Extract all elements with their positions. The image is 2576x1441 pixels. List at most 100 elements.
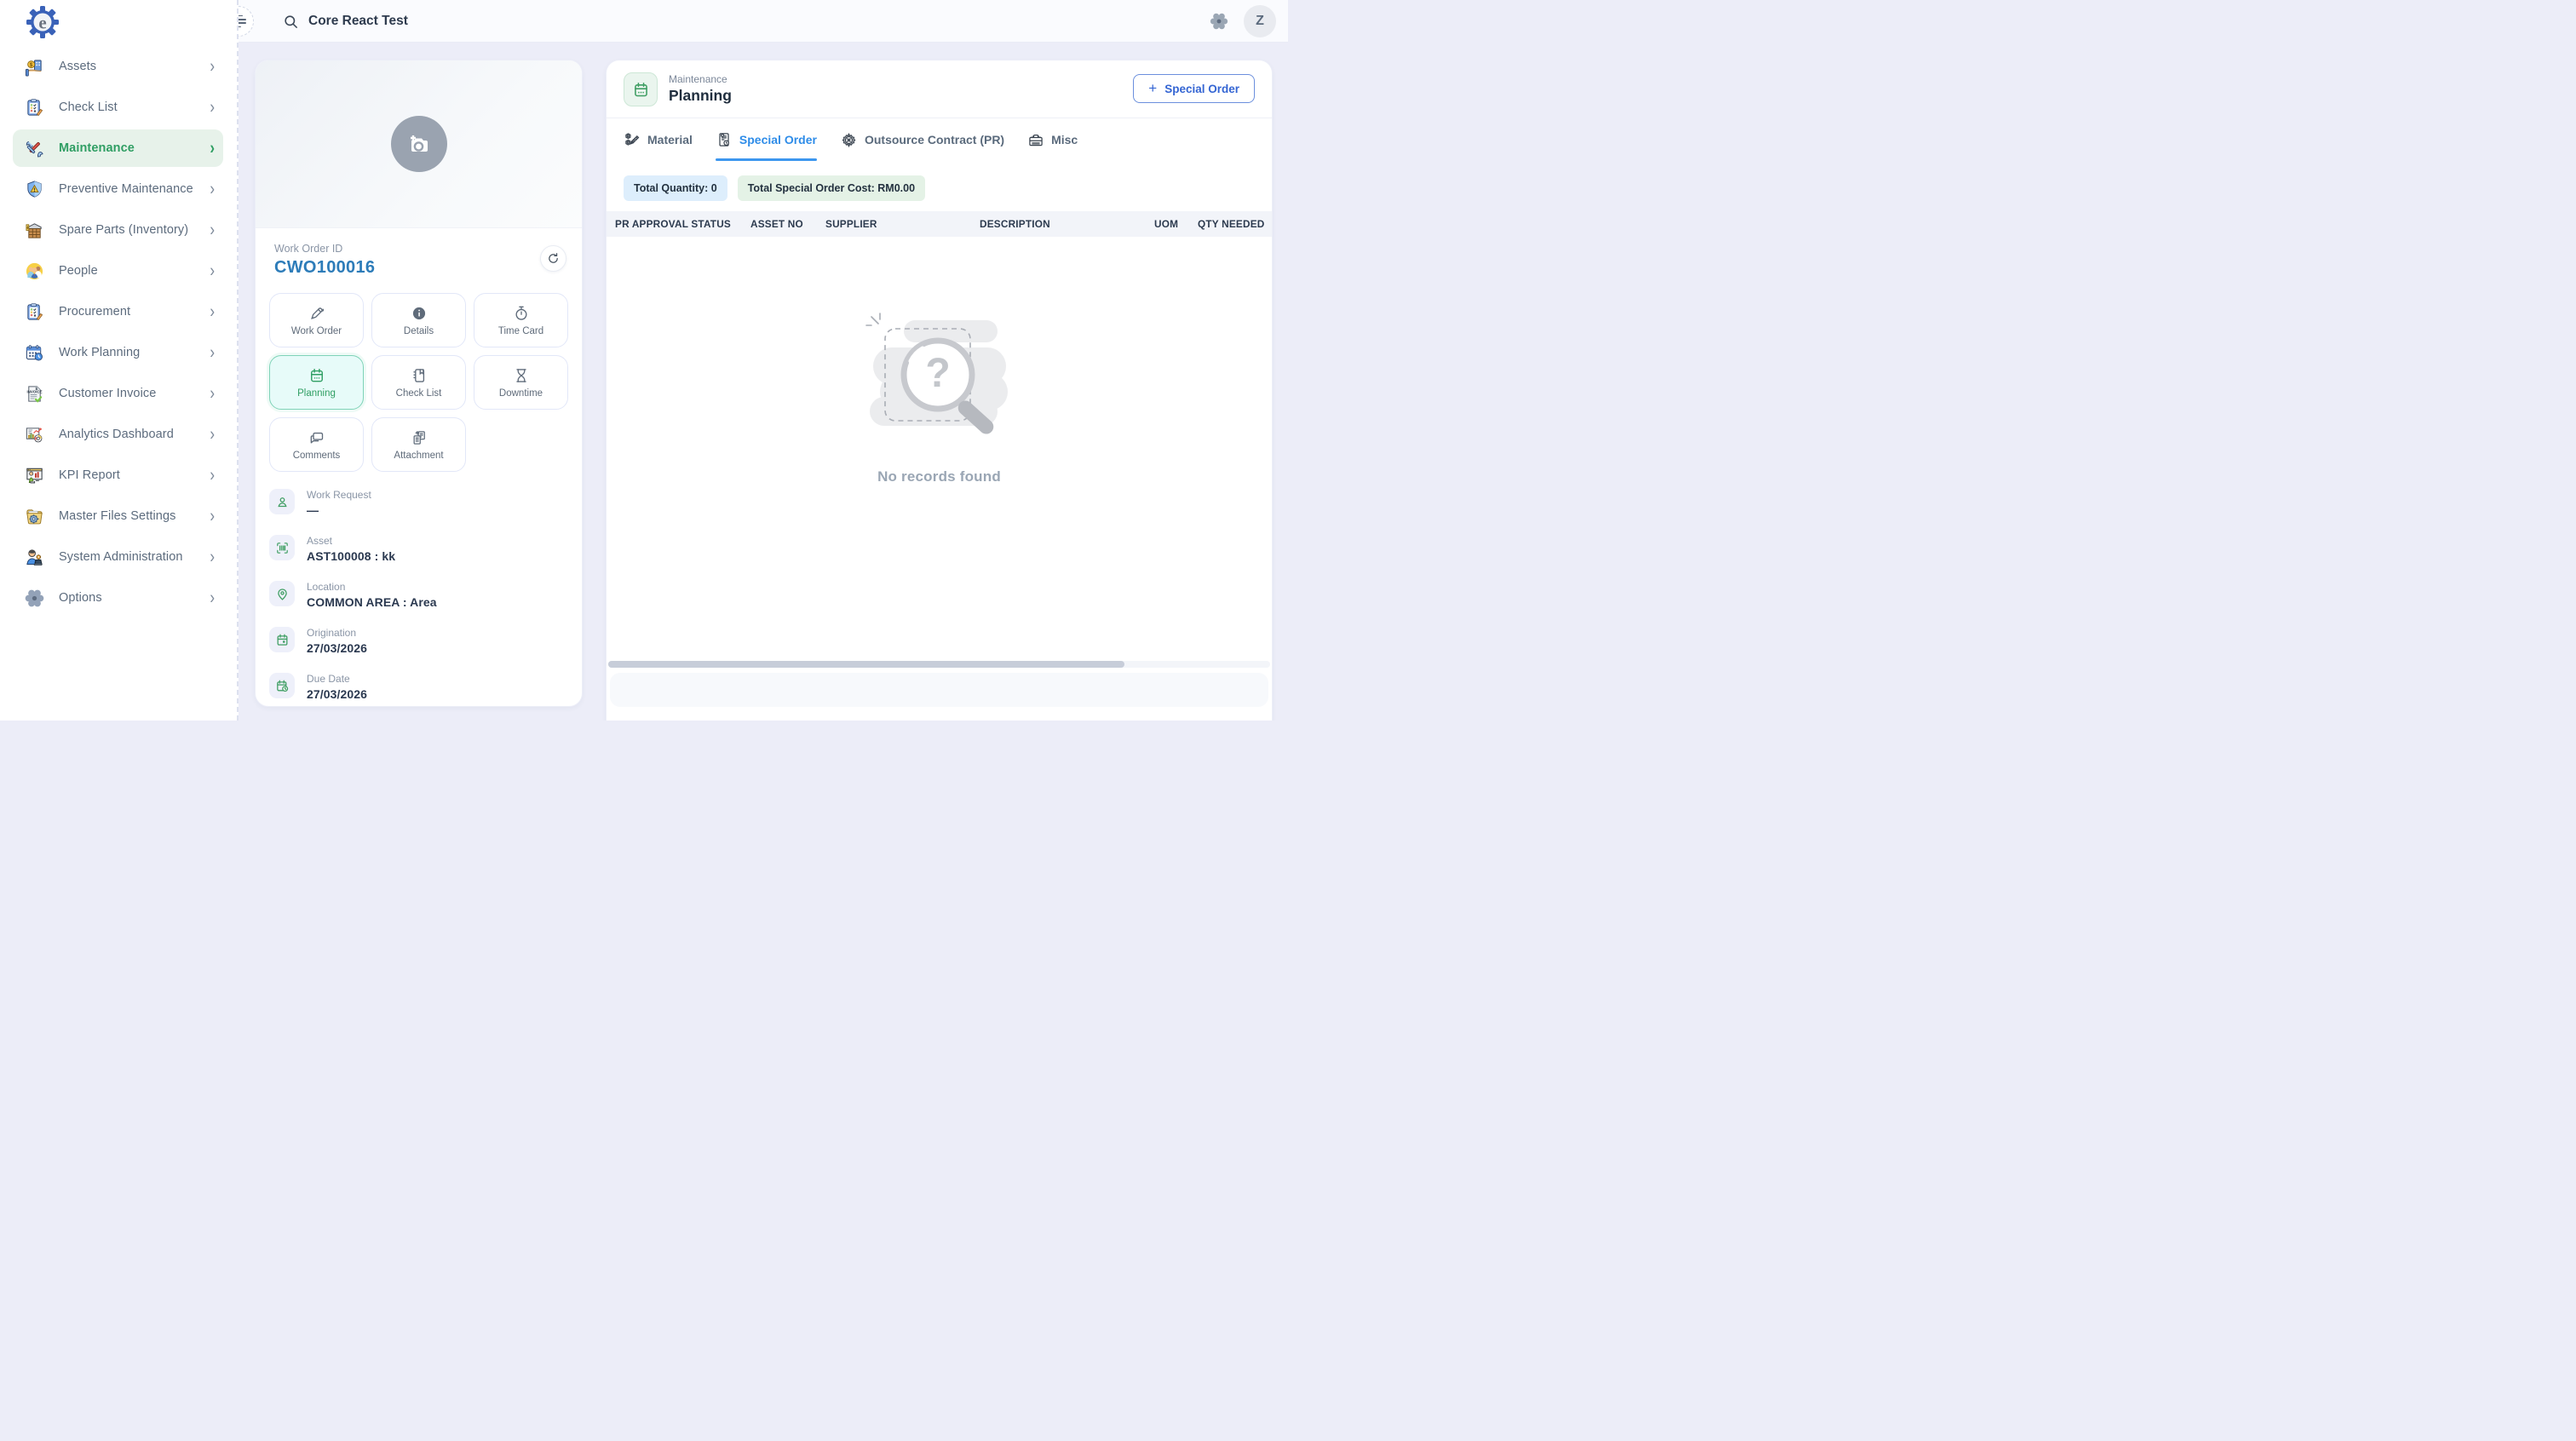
- gear-wrench-icon: [840, 131, 858, 149]
- planning-panel: Maintenance Planning + Special Order Mat…: [606, 60, 1273, 720]
- sidebar-item-options[interactable]: Options ›: [13, 579, 223, 617]
- detail-location: Location COMMON AREA : Area: [269, 581, 565, 609]
- chat-icon: [308, 429, 325, 446]
- chevron-right-icon: ›: [210, 261, 215, 282]
- chevron-right-icon: ›: [210, 547, 215, 568]
- sidebar-item-preventive-maintenance[interactable]: Preventive Maintenance ›: [13, 170, 223, 208]
- planning-panel-header: Maintenance Planning + Special Order: [607, 60, 1272, 118]
- column-header[interactable]: PR APPROVAL STATUS: [607, 218, 750, 230]
- time-card-tab-button[interactable]: Time Card: [474, 293, 568, 347]
- horizontal-scrollbar[interactable]: [608, 661, 1270, 668]
- sidebar-item-maintenance[interactable]: Maintenance ›: [13, 129, 223, 167]
- downtime-tab-button[interactable]: Downtime: [474, 355, 568, 410]
- summary-chips: Total Quantity: 0 Total Special Order Co…: [607, 161, 1272, 201]
- chevron-right-icon: ›: [210, 56, 215, 78]
- pen-icon: [308, 305, 325, 322]
- chevron-right-icon: ›: [210, 424, 215, 445]
- sidebar-item-people[interactable]: People ›: [13, 252, 223, 290]
- attachment-tab-button[interactable]: Attachment: [371, 417, 466, 472]
- main-content: Work Order ID CWO100016 Work Order Detai…: [239, 43, 1288, 720]
- refresh-button[interactable]: [540, 245, 566, 272]
- empty-state: ? No records found: [607, 312, 1272, 485]
- map-pin-icon: [269, 581, 295, 606]
- svg-text:INVOICE: INVOICE: [26, 389, 42, 393]
- column-header[interactable]: SUPPLIER: [825, 218, 980, 230]
- spare-parts-icon: [25, 221, 44, 240]
- details-tab-button[interactable]: Details: [371, 293, 466, 347]
- sidebar-item-customer-invoice[interactable]: INVOICE$ Customer Invoice ›: [13, 375, 223, 412]
- refresh-icon: [547, 252, 560, 265]
- sidebar-item-label: Options: [59, 591, 102, 605]
- sidebar-item-label: Check List: [59, 100, 118, 114]
- column-header[interactable]: QTY NEEDED: [1198, 218, 1272, 230]
- check-list-icon: [25, 98, 44, 118]
- svg-text:?: ?: [925, 351, 950, 396]
- hourglass-icon: [513, 367, 530, 384]
- topbar: Z: [239, 0, 1288, 43]
- master-files-settings-icon: [25, 507, 44, 526]
- sidebar-item-label: Preventive Maintenance: [59, 182, 193, 196]
- check-list-tab-button[interactable]: Check List: [371, 355, 466, 410]
- barcode-icon: [269, 535, 295, 560]
- svg-text:$: $: [30, 61, 33, 67]
- bolt-nut-icon: [624, 131, 641, 148]
- chevron-right-icon: ›: [210, 97, 215, 118]
- sidebar-item-kpi-report[interactable]: KPI KPI Report ›: [13, 456, 223, 494]
- planning-tab-button[interactable]: Planning: [269, 355, 364, 410]
- sidebar-item-assets[interactable]: $ Assets ›: [13, 48, 223, 85]
- chevron-right-icon: ›: [210, 506, 215, 527]
- sidebar-item-label: Procurement: [59, 305, 130, 319]
- chevron-right-icon: ›: [210, 465, 215, 486]
- calendar-clock-icon: [269, 673, 295, 698]
- add-photo-button[interactable]: [391, 116, 447, 172]
- detail-origination: Origination 27/03/2026: [269, 627, 565, 655]
- tab-material[interactable]: Material: [624, 118, 693, 161]
- people-icon: [25, 261, 44, 281]
- tab-special-order[interactable]: Special Order: [716, 118, 817, 161]
- sidebar-item-work-planning[interactable]: Work Planning ›: [13, 334, 223, 371]
- sidebar-item-label: KPI Report: [59, 468, 120, 482]
- svg-text:$: $: [36, 386, 38, 391]
- sidebar-item-spare-parts[interactable]: Spare Parts (Inventory) ›: [13, 211, 223, 249]
- tab-outsource-contract[interactable]: Outsource Contract (PR): [840, 118, 1004, 161]
- sidebar-item-label: Maintenance: [59, 141, 135, 155]
- settings-gear-icon[interactable]: [1210, 12, 1228, 31]
- info-icon: [411, 305, 428, 322]
- kpi-report-icon: KPI: [25, 466, 44, 485]
- column-header[interactable]: DESCRIPTION: [980, 218, 1154, 230]
- chevron-right-icon: ›: [210, 342, 215, 364]
- notebook-icon: [411, 367, 428, 384]
- camera-plus-icon: [405, 130, 433, 158]
- scrollbar-thumb[interactable]: [608, 661, 1124, 668]
- app-logo-gear-icon[interactable]: e: [26, 5, 60, 39]
- sidebar-item-analytics-dashboard[interactable]: Analytics Dashboard ›: [13, 416, 223, 453]
- tab-misc[interactable]: Misc: [1027, 118, 1078, 161]
- calendar-icon: [269, 627, 295, 652]
- detail-due-date: Due Date 27/03/2026: [269, 673, 565, 701]
- order-document-icon: [716, 131, 733, 148]
- work-order-id-label: Work Order ID: [274, 243, 565, 255]
- chevron-right-icon: ›: [210, 179, 215, 200]
- table-header: PR APPROVAL STATUS ASSET NO SUPPLIER DES…: [607, 211, 1272, 237]
- column-header[interactable]: UOM: [1154, 218, 1198, 230]
- total-quantity-chip: Total Quantity: 0: [624, 175, 727, 201]
- sidebar-item-label: Work Planning: [59, 346, 140, 359]
- sidebar-item-label: Analytics Dashboard: [59, 428, 174, 441]
- sidebar-item-master-files-settings[interactable]: Master Files Settings ›: [13, 497, 223, 535]
- sidebar-item-system-administration[interactable]: System Administration ›: [13, 538, 223, 576]
- system-administration-icon: [25, 548, 44, 567]
- planning-tabs: Material Special Order Outsource Contrac…: [607, 118, 1272, 161]
- maintenance-icon: [25, 139, 44, 158]
- stopwatch-icon: [513, 305, 530, 322]
- search-input[interactable]: [308, 14, 666, 29]
- user-avatar[interactable]: Z: [1244, 5, 1276, 37]
- column-header[interactable]: ASSET NO: [750, 218, 825, 230]
- work-order-tab-button[interactable]: Work Order: [269, 293, 364, 347]
- sidebar-item-procurement[interactable]: Procurement ›: [13, 293, 223, 330]
- add-special-order-button[interactable]: + Special Order: [1133, 74, 1255, 103]
- comments-tab-button[interactable]: Comments: [269, 417, 364, 472]
- sidebar-item-check-list[interactable]: Check List ›: [13, 89, 223, 126]
- sidebar-item-label: System Administration: [59, 550, 183, 564]
- work-order-photo-placeholder: [256, 60, 582, 228]
- work-order-card: Work Order ID CWO100016 Work Order Detai…: [255, 60, 583, 707]
